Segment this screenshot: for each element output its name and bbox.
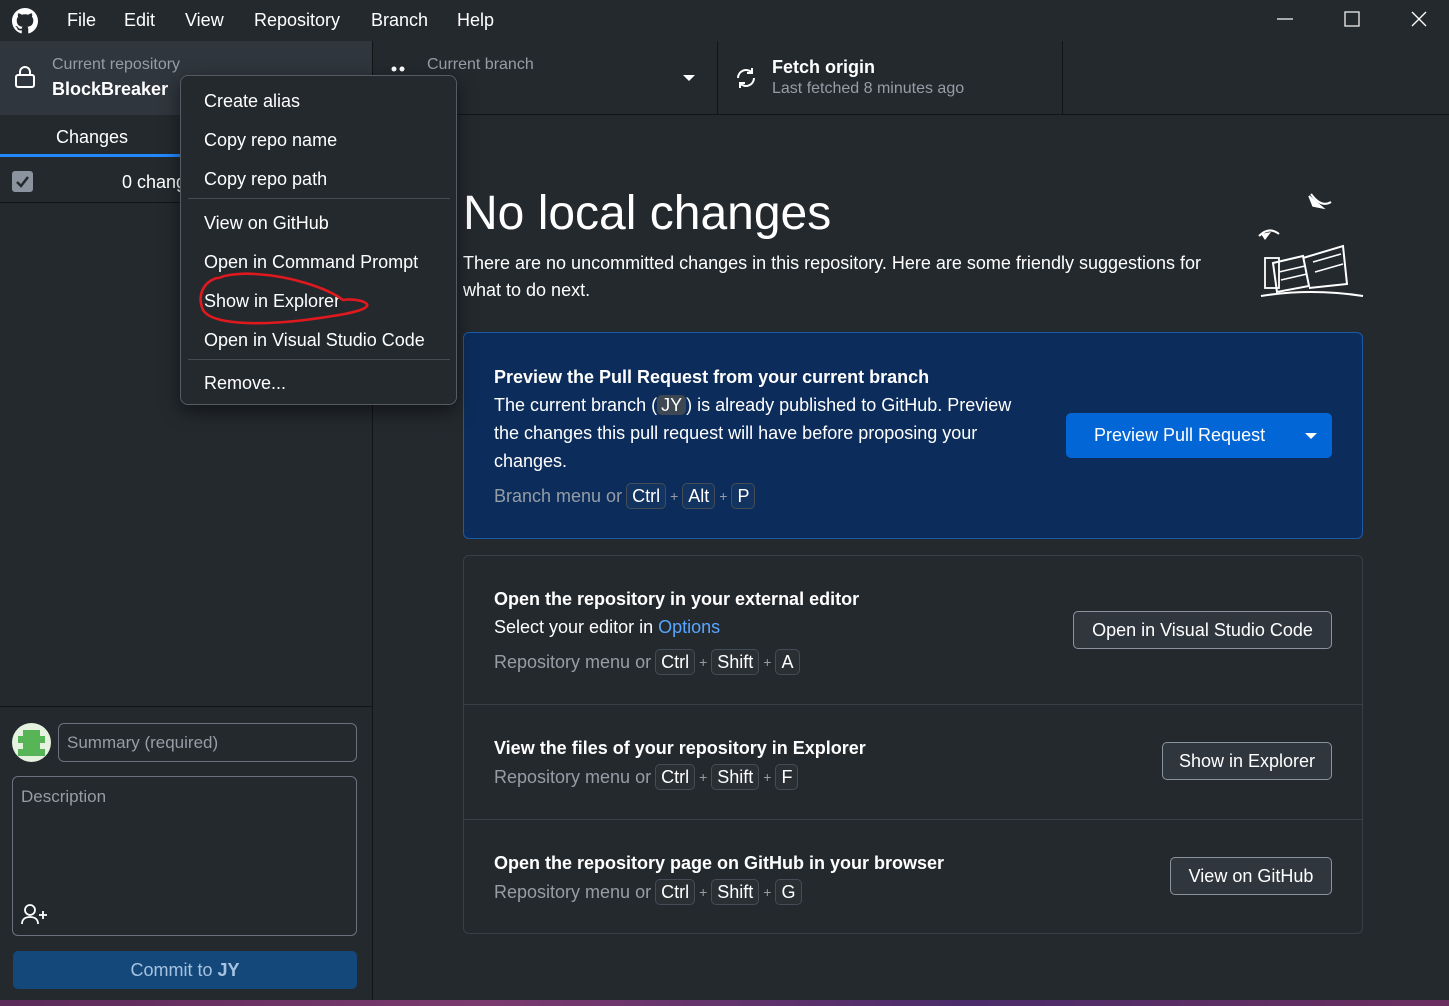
- editor-row-shortcut: Repository menu or Ctrl + Shift + A: [494, 649, 800, 675]
- chevron-down-icon[interactable]: [1305, 432, 1317, 440]
- key-p: P: [731, 483, 756, 509]
- plus-sign: +: [699, 769, 708, 785]
- menu-file[interactable]: File: [67, 10, 96, 31]
- plus-sign: +: [763, 769, 772, 785]
- fetch-origin-button[interactable]: Fetch origin Last fetched 8 minutes ago: [718, 41, 1063, 115]
- tab-changes-label: Changes: [56, 127, 129, 147]
- description-textarea[interactable]: Description: [12, 776, 357, 936]
- key-g: G: [775, 879, 802, 905]
- menu-help[interactable]: Help: [457, 10, 494, 31]
- key-shift: Shift: [711, 649, 760, 675]
- preview-pr-title: Preview the Pull Request from your curre…: [494, 367, 930, 387]
- view-on-github-button[interactable]: View on GitHub: [1170, 857, 1332, 895]
- plus-sign: +: [719, 488, 728, 504]
- tab-changes[interactable]: Changes: [0, 115, 183, 157]
- page-description: There are no uncommitted changes in this…: [463, 253, 1202, 300]
- menu-item-view-on-github[interactable]: View on GitHub: [204, 213, 329, 234]
- commit-button-prefix: Commit to: [130, 960, 218, 980]
- menu-separator: [188, 359, 450, 360]
- summary-input[interactable]: Summary (required): [58, 723, 357, 762]
- key-shift: Shift: [711, 764, 760, 790]
- commit-button[interactable]: Commit to JY: [13, 951, 357, 989]
- preview-pr-text-part1: The current branch (: [494, 395, 658, 415]
- menu-view[interactable]: View: [185, 10, 224, 31]
- preview-pull-request-button[interactable]: Preview Pull Request: [1066, 413, 1332, 458]
- preview-pr-shortcut: Branch menu or Ctrl + Alt + P: [494, 483, 756, 509]
- close-button[interactable]: [1399, 6, 1439, 34]
- page-title: No local changes: [463, 187, 832, 240]
- sync-icon: [734, 66, 758, 90]
- github-logo-icon: [12, 8, 38, 34]
- menu-item-copy-repo-name[interactable]: Copy repo name: [204, 130, 337, 151]
- summary-placeholder: Summary (required): [67, 733, 219, 752]
- menu-edit[interactable]: Edit: [124, 10, 155, 31]
- show-in-explorer-button[interactable]: Show in Explorer: [1162, 742, 1332, 780]
- menu-item-copy-repo-path[interactable]: Copy repo path: [204, 169, 327, 190]
- shortcut-prefix: Branch menu or: [494, 485, 623, 506]
- editor-row-text: Select your editor in Options: [494, 613, 720, 641]
- menu-item-remove[interactable]: Remove...: [204, 373, 286, 394]
- lock-icon: [14, 65, 36, 89]
- key-a: A: [775, 649, 800, 675]
- row-divider: [464, 819, 1362, 820]
- explorer-row-title: View the files of your repository in Exp…: [494, 738, 866, 758]
- plus-sign: +: [699, 884, 708, 900]
- options-link[interactable]: Options: [658, 617, 720, 637]
- editor-row-text-prefix: Select your editor in: [494, 617, 659, 637]
- suggested-actions-card: Open the repository in your external edi…: [463, 555, 1363, 934]
- preview-pr-button-label: Preview Pull Request: [1094, 425, 1266, 445]
- open-in-vscode-button[interactable]: Open in Visual Studio Code: [1073, 611, 1332, 649]
- menu-item-open-in-vscode[interactable]: Open in Visual Studio Code: [204, 330, 425, 351]
- last-fetched-text: Last fetched 8 minutes ago: [772, 80, 965, 97]
- key-ctrl: Ctrl: [655, 764, 696, 790]
- repository-label: Current repository: [52, 56, 181, 73]
- desktop-background-strip: [0, 1000, 1449, 1006]
- title-bar: File Edit View Repository Branch Help: [0, 0, 1449, 41]
- minimize-button[interactable]: [1265, 6, 1305, 34]
- repository-name: BlockBreaker: [52, 79, 169, 99]
- shortcut-prefix: Repository menu or: [494, 766, 652, 787]
- github-row-shortcut: Repository menu or Ctrl + Shift + G: [494, 879, 802, 905]
- branch-label: Current branch: [427, 56, 534, 73]
- branch-name-badge: JY: [657, 395, 687, 415]
- plus-sign: +: [670, 488, 679, 504]
- menu-repository[interactable]: Repository: [254, 10, 340, 31]
- empty-state-illustration: [1253, 188, 1365, 303]
- chevron-down-icon: [682, 73, 696, 83]
- menu-separator: [188, 198, 450, 199]
- repository-context-menu: Create alias Copy repo name Copy repo pa…: [180, 75, 457, 405]
- key-alt: Alt: [682, 483, 716, 509]
- shortcut-prefix: Repository menu or: [494, 881, 652, 902]
- key-shift: Shift: [711, 879, 760, 905]
- plus-sign: +: [763, 654, 772, 670]
- plus-sign: +: [763, 884, 772, 900]
- menu-branch[interactable]: Branch: [371, 10, 428, 31]
- add-co-author-icon[interactable]: [21, 903, 49, 925]
- key-ctrl: Ctrl: [655, 649, 696, 675]
- avatar: [12, 723, 51, 762]
- key-f: F: [775, 764, 799, 790]
- menu-item-create-alias[interactable]: Create alias: [204, 91, 300, 112]
- row-divider: [464, 704, 1362, 705]
- fetch-origin-title: Fetch origin: [772, 57, 875, 77]
- key-ctrl: Ctrl: [626, 483, 667, 509]
- plus-sign: +: [699, 654, 708, 670]
- maximize-button[interactable]: [1332, 6, 1372, 34]
- select-all-checkbox[interactable]: [12, 171, 33, 192]
- description-placeholder: Description: [21, 787, 107, 806]
- commit-button-branch: JY: [217, 960, 240, 980]
- shortcut-prefix: Repository menu or: [494, 651, 652, 672]
- editor-row-title: Open the repository in your external edi…: [494, 589, 860, 609]
- key-ctrl: Ctrl: [655, 879, 696, 905]
- changes-count: 0 chang: [122, 172, 187, 192]
- explorer-row-shortcut: Repository menu or Ctrl + Shift + F: [494, 764, 799, 790]
- annotation-circle: [195, 270, 373, 330]
- github-row-title: Open the repository page on GitHub in yo…: [494, 853, 945, 873]
- preview-pr-text: The current branch (JY) is already publi…: [494, 391, 1039, 475]
